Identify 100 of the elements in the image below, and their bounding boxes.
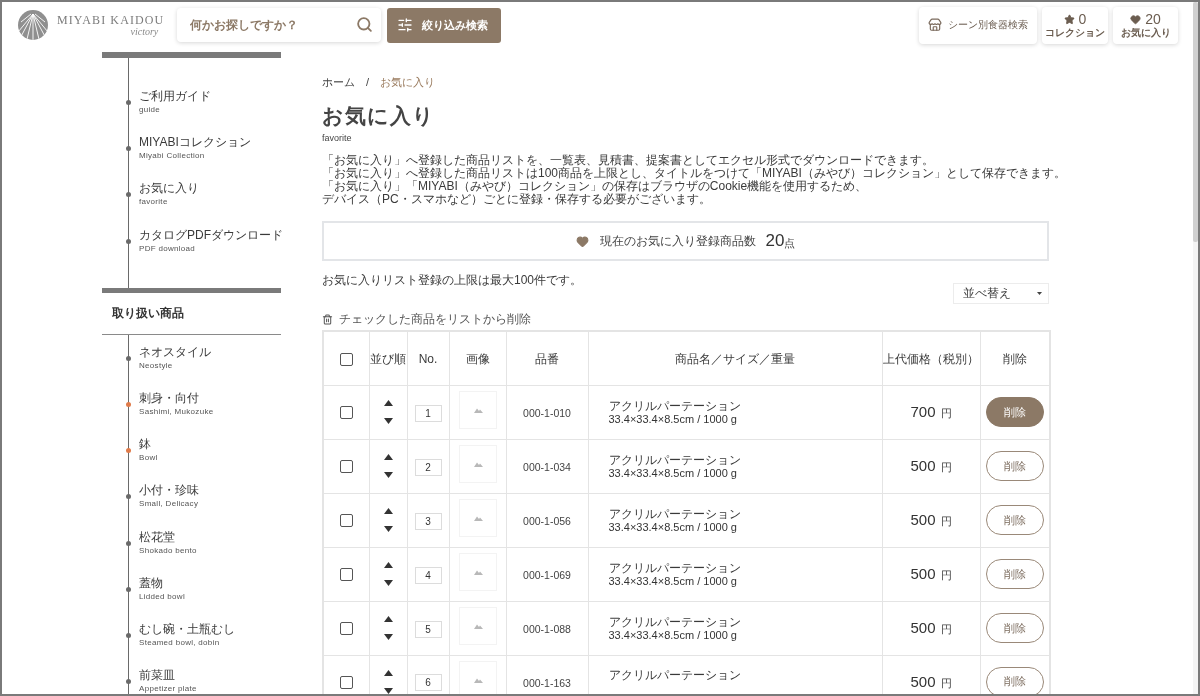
product-spec: 33.4×33.4×8.5cm / 1000 g xyxy=(608,412,737,426)
sidebar-link[interactable]: むし碗・土瓶むし Steamed bowl, dobin xyxy=(139,621,235,648)
caret-up-icon[interactable] xyxy=(383,616,393,622)
price-value: 500 xyxy=(910,619,936,636)
product-code: 000-1-069 xyxy=(523,569,571,581)
delete-button[interactable]: 削除 xyxy=(985,666,1044,694)
page-subtitle: favorite xyxy=(322,132,352,144)
delete-button[interactable]: 削除 xyxy=(985,613,1044,643)
sidebar-link[interactable]: ご利用ガイド guide xyxy=(139,89,211,115)
row-checkbox[interactable] xyxy=(339,514,353,528)
product-code: 000-1-163 xyxy=(523,676,571,689)
logo-name: MIYABI KAIDOU xyxy=(57,13,165,27)
currency-unit: 円 xyxy=(940,622,952,637)
delete-button[interactable]: 削除 xyxy=(985,505,1044,535)
sidebar-heading: 取り扱い商品 xyxy=(102,292,281,335)
caret-up-icon[interactable] xyxy=(383,669,393,676)
price-value: 500 xyxy=(910,457,936,474)
sidebar-link[interactable]: 蓋物 Lidded bowl xyxy=(139,575,185,602)
scrollbar-track[interactable] xyxy=(1193,2,1198,694)
logo-mark-icon xyxy=(18,10,48,40)
scene-search-button[interactable]: シーン別食器検索 xyxy=(919,6,1037,44)
sidebar-link[interactable]: 前菜皿 Appetizer plate xyxy=(139,668,197,694)
column-header: 品番 xyxy=(535,351,559,366)
favorites-button[interactable]: 20 お気に入り xyxy=(1113,6,1178,44)
product-code: 000-1-088 xyxy=(523,623,571,635)
sidebar-link[interactable]: MIYABIコレクション Miyabi Collection xyxy=(139,135,251,162)
price-value: 500 xyxy=(910,565,936,582)
caret-down-icon[interactable] xyxy=(383,634,393,640)
sidebar-link[interactable]: カタログPDFダウンロード PDF download xyxy=(139,227,283,254)
currency-unit: 円 xyxy=(940,406,952,421)
scrollbar-thumb[interactable] xyxy=(1193,2,1198,242)
image-placeholder-icon xyxy=(458,499,497,537)
price-value: 700 xyxy=(910,403,936,420)
product-name: アクリルパーテーション xyxy=(608,668,741,683)
order-number-input[interactable]: 3 xyxy=(414,512,442,530)
order-number-input[interactable]: 6 xyxy=(414,674,442,692)
count-unit: 点 xyxy=(784,236,796,251)
search-field[interactable]: 何かお探しですか？ xyxy=(177,8,382,42)
order-number-input[interactable]: 1 xyxy=(414,404,442,422)
product-spec: 33.4×33.4×8.5cm / 1000 g xyxy=(608,574,737,588)
product-spec: 33.4×33.4×8.5cm / 1000 g xyxy=(608,628,737,642)
price-value: 500 xyxy=(910,672,936,690)
breadcrumb-link[interactable]: ホーム xyxy=(322,75,355,89)
collection-label: コレクション xyxy=(1045,26,1105,39)
product-name: アクリルパーテーション xyxy=(608,398,741,413)
count-label: 現在のお気に入り登録商品数 xyxy=(599,232,756,250)
order-number-input[interactable]: 4 xyxy=(414,566,442,584)
collection-count: 0 xyxy=(1078,11,1087,27)
column-header: No. xyxy=(418,352,438,367)
row-checkbox[interactable] xyxy=(339,622,353,636)
order-number-input[interactable]: 2 xyxy=(414,458,442,476)
caret-up-icon[interactable] xyxy=(383,400,393,406)
sidebar-link[interactable]: ネオスタイル Neostyle xyxy=(139,344,211,371)
product-spec: 33.4×33.4×8.5cm / 1000 g xyxy=(608,466,737,480)
sidebar-link[interactable]: お気に入り favorite xyxy=(139,181,199,208)
delete-button[interactable]: 削除 xyxy=(985,397,1044,427)
caret-down-icon[interactable] xyxy=(383,687,393,694)
currency-unit: 円 xyxy=(940,460,952,475)
favorites-label: お気に入り xyxy=(1120,26,1171,39)
row-checkbox[interactable] xyxy=(339,460,353,474)
image-placeholder-icon xyxy=(458,391,497,429)
caret-up-icon[interactable] xyxy=(383,562,393,568)
caret-down-icon[interactable] xyxy=(383,526,393,532)
product-code: 000-1-056 xyxy=(523,515,571,527)
sidebar-link[interactable]: 松花堂 Shokado bento xyxy=(139,529,197,556)
delete-button[interactable]: 削除 xyxy=(985,559,1044,589)
sidebar-link[interactable]: 小付・珍味 Small, Delicacy xyxy=(139,483,199,510)
sidebar-link[interactable]: 鉢 Bowl xyxy=(139,437,158,464)
favorites-count: 20 xyxy=(1145,11,1161,27)
row-checkbox[interactable] xyxy=(339,406,353,420)
price-value: 500 xyxy=(910,511,936,528)
filter-search-button[interactable]: 絞り込み検索 xyxy=(387,7,502,43)
caret-down-icon[interactable] xyxy=(383,472,393,478)
search-icon[interactable] xyxy=(356,16,374,33)
delete-checked-link[interactable]: チェックした商品をリストから削除 xyxy=(322,312,531,326)
collection-button[interactable]: 0 コレクション xyxy=(1042,6,1108,44)
currency-unit: 円 xyxy=(940,514,952,529)
sort-select[interactable]: 並べ替え xyxy=(953,283,1049,304)
shop-icon xyxy=(928,18,942,32)
column-header: 画像 xyxy=(465,351,490,366)
product-name: アクリルパーテーション xyxy=(608,452,741,467)
trash-icon xyxy=(322,313,333,325)
caret-up-icon[interactable] xyxy=(383,454,393,460)
caret-down-icon[interactable] xyxy=(383,580,393,586)
currency-unit: 円 xyxy=(940,568,952,583)
caret-up-icon[interactable] xyxy=(383,508,393,514)
column-header: 商品名／サイズ／重量 xyxy=(675,351,795,366)
sidebar-link[interactable]: 刺身・向付 Sashimi, Mukozuke xyxy=(139,390,214,417)
select-all-checkbox[interactable] xyxy=(339,352,353,366)
product-code: 000-1-034 xyxy=(523,461,571,473)
star-icon xyxy=(1063,13,1075,25)
logo-tagline: victory xyxy=(130,26,159,37)
count-value: 20 xyxy=(765,231,785,251)
delete-button[interactable]: 削除 xyxy=(985,451,1044,481)
row-checkbox[interactable] xyxy=(339,568,353,582)
caret-down-icon[interactable] xyxy=(383,418,393,424)
row-checkbox[interactable] xyxy=(339,676,353,689)
product-spec: 33.4×33.4×8.5cm / 1000 g xyxy=(608,520,737,534)
order-number-input[interactable]: 5 xyxy=(414,620,442,638)
breadcrumb-link[interactable]: お気に入り xyxy=(380,75,436,89)
